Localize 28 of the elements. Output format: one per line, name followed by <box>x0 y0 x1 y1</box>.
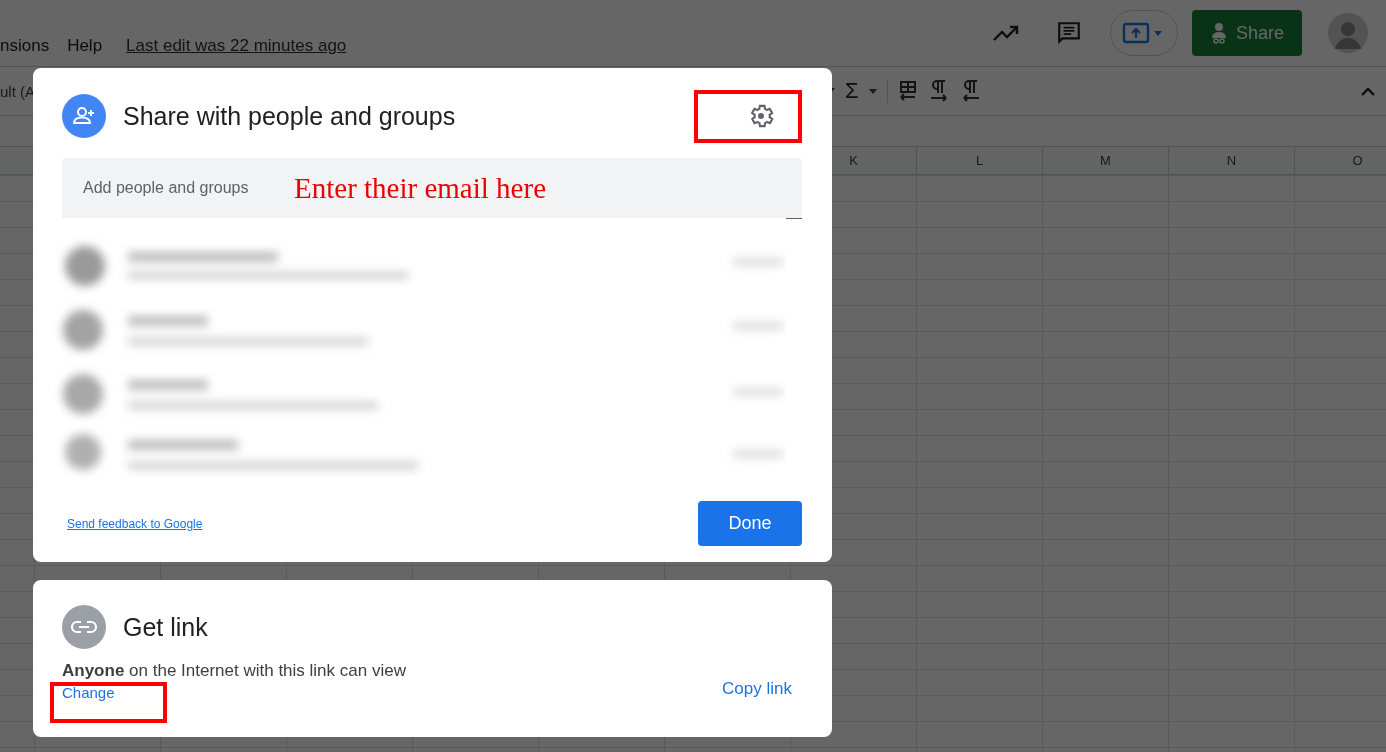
menu-item[interactable]: nsions <box>0 36 50 56</box>
copy-link-button[interactable]: Copy link <box>722 679 802 699</box>
share-button[interactable]: Share <box>1192 10 1302 56</box>
done-button[interactable]: Done <box>698 501 802 546</box>
person-add-icon <box>62 94 106 138</box>
caret-icon[interactable] <box>868 88 877 94</box>
collapse-icon[interactable] <box>1360 86 1376 96</box>
table-icon[interactable] <box>897 80 918 102</box>
dialog-title: Get link <box>123 612 208 642</box>
feedback-link[interactable]: Send feedback to Google <box>67 516 203 531</box>
add-people-field[interactable]: Add people and groups <box>83 179 268 197</box>
functions-button[interactable]: Σ <box>845 78 859 104</box>
avatar-icon[interactable] <box>1328 13 1368 53</box>
present-button[interactable] <box>1110 10 1178 56</box>
column-header[interactable]: O <box>1294 147 1386 174</box>
person-link-icon <box>1209 22 1228 44</box>
trend-icon[interactable] <box>992 23 1020 43</box>
link-icon <box>62 605 106 649</box>
comment-icon[interactable] <box>1056 20 1082 46</box>
menu-item[interactable]: Help <box>67 36 103 56</box>
column-header[interactable]: L <box>916 147 1042 174</box>
dialog-title: Share with people and groups <box>123 101 456 131</box>
annotation-text: Enter their email here <box>294 171 546 205</box>
last-edit-link[interactable]: Last edit was 22 minutes ago <box>126 36 347 56</box>
change-link[interactable]: Change <box>62 684 115 701</box>
column-header[interactable]: N <box>1168 147 1294 174</box>
access-description: Anyone on the Internet with this link can view <box>62 661 406 681</box>
column-header[interactable]: M <box>1042 147 1168 174</box>
